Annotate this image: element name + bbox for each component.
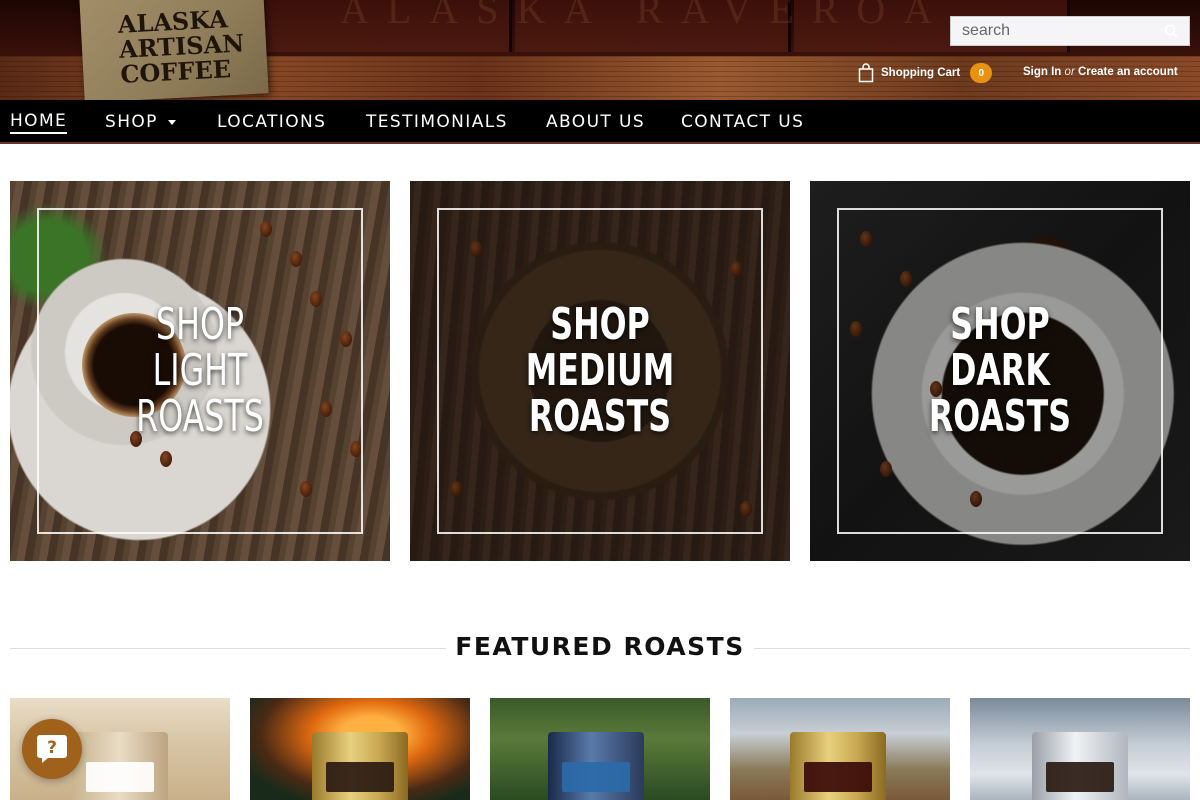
shopping-cart-label: Shopping Cart — [881, 67, 961, 79]
account-links: Sign In or Create an account — [1023, 66, 1178, 78]
banner-line: DARK — [950, 345, 1050, 396]
cart-count-badge: 0 — [970, 63, 993, 83]
product-label — [562, 762, 630, 792]
product-image — [548, 732, 644, 800]
account-or-text: or — [1064, 66, 1075, 78]
header-sign-text: ALASKA RAVEROA — [340, 0, 951, 26]
search-input[interactable] — [951, 17, 1156, 45]
banner-text: SHOP MEDIUM ROASTS — [463, 181, 737, 561]
nav-item-label: SHOP — [105, 112, 158, 132]
chat-button[interactable]: ? — [22, 719, 82, 779]
product-image — [312, 732, 408, 800]
nav-item-home[interactable]: HOME — [10, 100, 68, 144]
nav-item-testimonials[interactable]: TESTIMONIALS — [366, 100, 508, 144]
shop-light-roasts-banner[interactable]: SHOP LIGHT ROASTS — [10, 181, 390, 561]
nav-item-shop[interactable]: SHOP — [105, 100, 176, 144]
nav-item-label: HOME — [10, 111, 68, 134]
site-header: ALASKA RAVEROA ALASKA ARTISAN COFFEE Sho… — [0, 0, 1200, 100]
banner-line: SHOP — [156, 299, 244, 350]
shop-medium-roasts-banner[interactable]: SHOP MEDIUM ROASTS — [410, 181, 790, 561]
shopping-cart-link[interactable]: Shopping Cart 0 — [858, 62, 993, 84]
site-logo[interactable]: ALASKA ARTISAN COFFEE — [79, 0, 269, 100]
nav-item-about-us[interactable]: ABOUT US — [546, 100, 645, 144]
banner-line: ROASTS — [528, 391, 672, 442]
featured-roasts-heading: FEATURED ROASTS — [455, 632, 745, 661]
main-nav: HOME SHOP LOCATIONS TESTIMONIALS ABOUT U… — [0, 100, 1200, 144]
search-form — [950, 16, 1190, 46]
product-label — [1046, 762, 1114, 792]
product-image — [790, 732, 886, 800]
shopping-bag-icon — [858, 63, 874, 83]
product-label — [326, 762, 394, 792]
product-card[interactable] — [490, 698, 710, 800]
nav-item-contact-us[interactable]: CONTACT US — [681, 100, 804, 144]
section-divider — [754, 648, 1190, 649]
search-button[interactable] — [1156, 17, 1186, 45]
product-image — [72, 732, 168, 800]
banner-line: ROASTS — [928, 391, 1072, 442]
logo-line: COFFEE — [119, 53, 232, 89]
product-image — [1032, 732, 1128, 800]
banner-line: ROASTS — [136, 391, 264, 442]
nav-item-locations[interactable]: LOCATIONS — [217, 100, 326, 144]
banner-text: SHOP DARK ROASTS — [863, 181, 1137, 561]
banner-line: SHOP — [950, 299, 1050, 350]
banner-line: SHOP — [550, 299, 650, 350]
nav-item-label: LOCATIONS — [217, 112, 327, 132]
product-label — [86, 762, 154, 792]
chat-help-icon: ? — [37, 735, 67, 763]
section-divider — [10, 648, 446, 649]
banner-line: MEDIUM — [525, 345, 675, 396]
nav-item-label: TESTIMONIALS — [366, 112, 508, 132]
product-label — [804, 762, 872, 792]
caret-down-icon — [167, 119, 176, 125]
search-icon — [1164, 24, 1178, 38]
product-card[interactable] — [970, 698, 1190, 800]
product-card[interactable] — [250, 698, 470, 800]
banner-text: SHOP LIGHT ROASTS — [63, 181, 337, 561]
nav-item-label: CONTACT US — [681, 112, 805, 132]
product-card[interactable] — [730, 698, 950, 800]
sign-in-link[interactable]: Sign In — [1023, 66, 1061, 78]
banner-line: LIGHT — [152, 345, 248, 396]
create-account-link[interactable]: Create an account — [1078, 66, 1178, 78]
shop-dark-roasts-banner[interactable]: SHOP DARK ROASTS — [810, 181, 1190, 561]
svg-text:?: ? — [47, 738, 57, 758]
nav-item-label: ABOUT US — [546, 112, 646, 132]
